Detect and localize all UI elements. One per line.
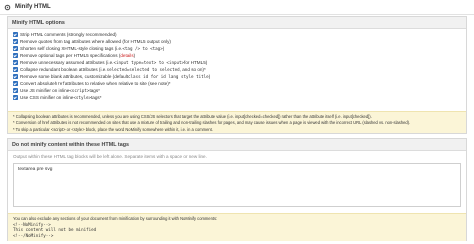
- option-label-suffix: tags*: [89, 88, 100, 93]
- option-code: <tag /> to <tag>: [122, 46, 163, 51]
- option-label: Remove quotes from tag attributes where …: [20, 39, 171, 44]
- no-minify-description: Output within these HTML tag blocks will…: [13, 154, 207, 159]
- option-code: <input type=text> to <input>: [113, 60, 185, 65]
- option-row[interactable]: Remove unnecessary assumed attributes (i…: [13, 59, 466, 66]
- option-checkbox[interactable]: [13, 32, 18, 37]
- option-label: Remove unnecessary assumed attributes (i…: [20, 60, 114, 65]
- option-checkbox[interactable]: [13, 53, 18, 58]
- option-label-suffix: ): [162, 46, 165, 51]
- option-row[interactable]: Strip HTML comments (strongly recommende…: [13, 31, 466, 38]
- option-checkbox[interactable]: [13, 60, 18, 65]
- option-label: Remove optional tags per HTML5 specifica…: [20, 53, 121, 58]
- option-code: <script>: [69, 88, 90, 93]
- option-label-suffix: attributes to relative when relative to …: [64, 81, 171, 86]
- options-list: Strip HTML comments (strongly recommende…: [8, 29, 466, 101]
- option-label: Use CSS minifier on inline: [20, 95, 74, 100]
- page-title: Minify HTML: [15, 4, 51, 10]
- option-code: <style>: [73, 95, 92, 100]
- option-checkbox[interactable]: [13, 81, 18, 86]
- code-line: <!--/NoMinify-->: [13, 232, 54, 238]
- options-panel-heading: Minify HTML options: [8, 17, 466, 29]
- option-label: Strip HTML comments (strongly recommende…: [20, 32, 117, 37]
- note-href: * Conversion of href attributes is not r…: [13, 120, 411, 125]
- option-row[interactable]: Remove optional tags per HTML5 specifica…: [13, 52, 466, 59]
- window-titlebar: Minify HTML: [0, 0, 474, 15]
- option-label: Remove some blank attributes, customizab…: [20, 74, 129, 79]
- options-panel: Minify HTML options Strip HTML comments …: [7, 16, 467, 134]
- details-link[interactable]: details: [120, 53, 133, 58]
- option-label-suffix: for HTML5): [184, 60, 208, 65]
- option-label-suffix: , and so on)*: [179, 67, 206, 72]
- option-label: Use JS minifier on inline: [20, 88, 70, 93]
- gear-icon: [4, 4, 11, 11]
- option-row[interactable]: Collapse redundant boolean attributes (i…: [13, 66, 466, 73]
- option-label: Collapse redundant boolean attributes (i…: [20, 67, 107, 72]
- option-label-suffix: ): [208, 74, 211, 79]
- option-checkbox[interactable]: [13, 46, 18, 51]
- option-label-suffix: ): [133, 53, 136, 58]
- option-code: href: [54, 81, 65, 86]
- option-code: class id for id lang style title: [128, 74, 209, 79]
- option-row[interactable]: Use CSS minifier on inline <style> tags*: [13, 94, 466, 101]
- option-label: Shorten self closing XHTML-style closing…: [20, 46, 123, 51]
- option-checkbox[interactable]: [13, 67, 18, 72]
- option-checkbox[interactable]: [13, 39, 18, 44]
- option-checkbox[interactable]: [13, 95, 18, 100]
- options-notes: * Collapsing boolean attributes is recom…: [8, 111, 466, 133]
- note-skip: * To skip a particular <script> or <styl…: [13, 126, 213, 132]
- option-code: selected=selected to selected: [106, 67, 180, 72]
- no-minify-panel: Do not minify content within these HTML …: [7, 138, 467, 241]
- option-row[interactable]: Shorten self closing XHTML-style closing…: [13, 45, 466, 52]
- option-label-suffix: tags*: [91, 95, 102, 100]
- option-row[interactable]: Use JS minifier on inline <script> tags*: [13, 87, 466, 94]
- excluded-tags-textarea[interactable]: textarea pre svg: [13, 163, 461, 207]
- no-minify-heading: Do not minify content within these HTML …: [8, 139, 466, 151]
- option-row[interactable]: Remove quotes from tag attributes where …: [13, 38, 466, 45]
- no-minify-note: You can also exclude any sections of you…: [8, 213, 466, 241]
- option-label: Convert absolute: [20, 81, 55, 86]
- option-checkbox[interactable]: [13, 88, 18, 93]
- option-row[interactable]: Convert absolute href attributes to rela…: [13, 80, 466, 87]
- option-checkbox[interactable]: [13, 74, 18, 79]
- option-row[interactable]: Remove some blank attributes, customizab…: [13, 73, 466, 80]
